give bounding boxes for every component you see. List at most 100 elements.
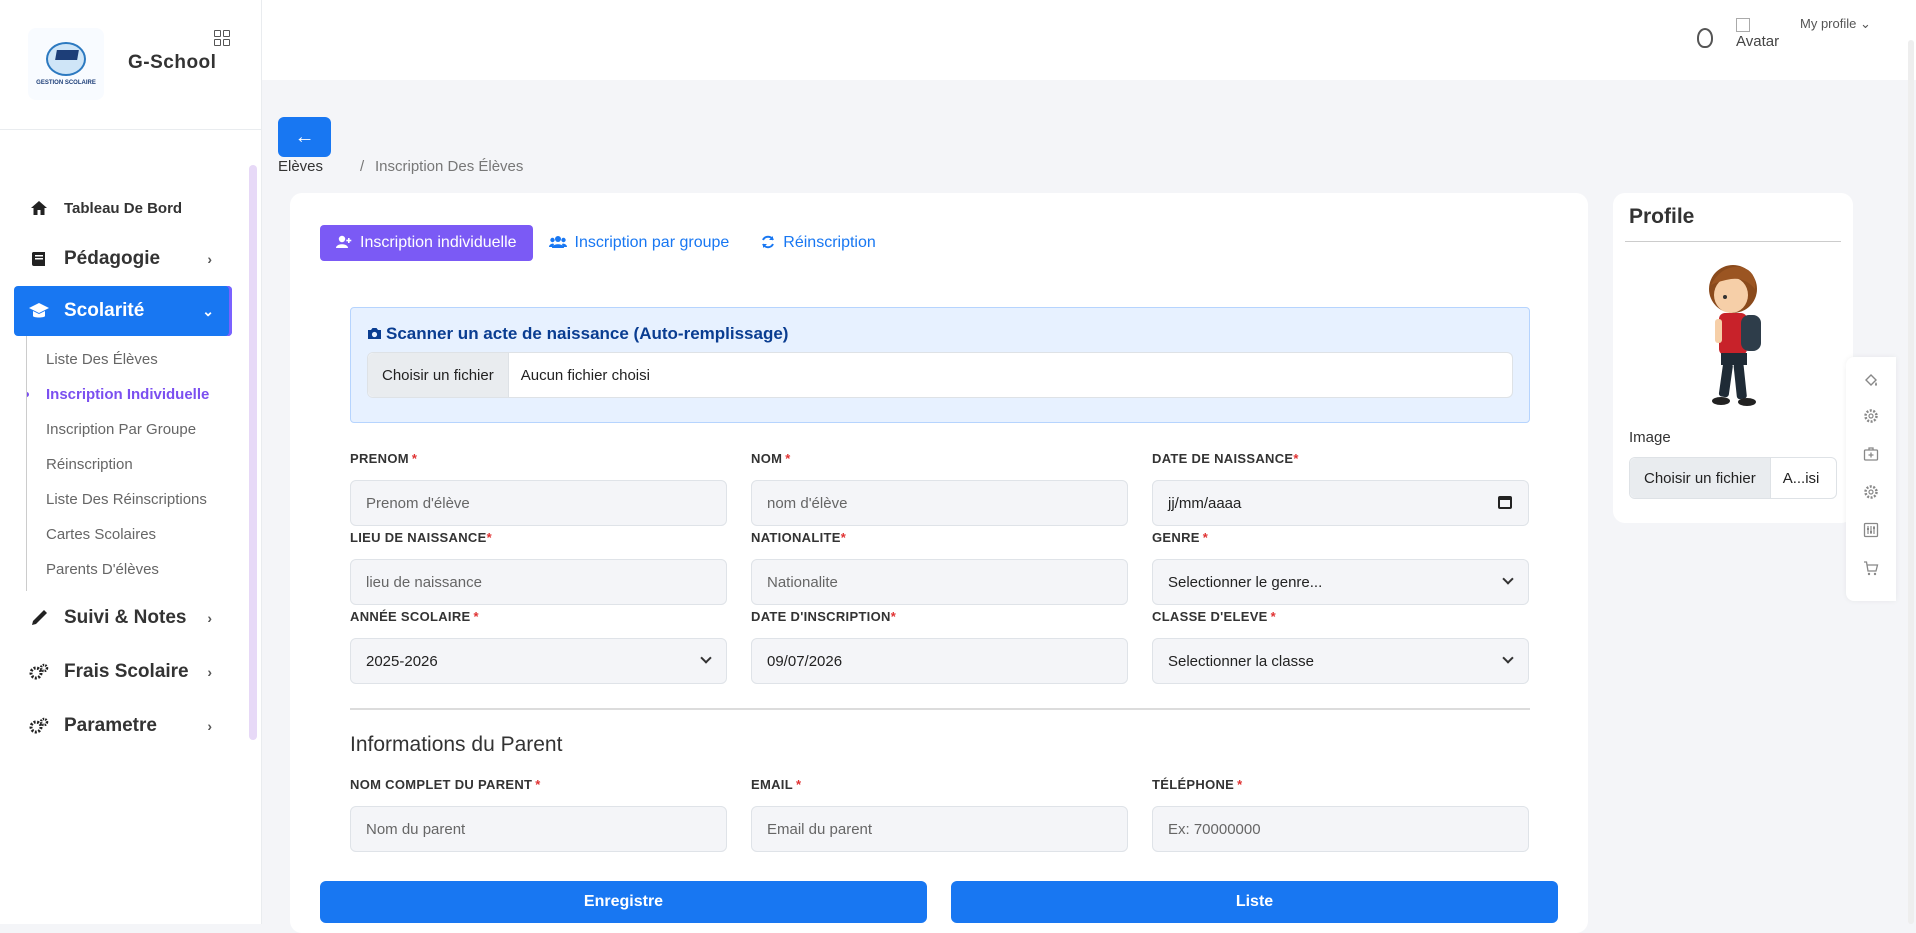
tab-inscription-individuelle[interactable]: Inscription individuelle xyxy=(320,225,533,261)
classe-select[interactable]: Selectionner la classe xyxy=(1152,638,1529,684)
refresh-icon xyxy=(761,235,775,252)
submenu-item-inscription-groupe[interactable]: Inscription Par Groupe xyxy=(27,412,227,447)
gear-icon[interactable] xyxy=(1863,408,1879,424)
prenom-input[interactable]: Prenom d'élève xyxy=(350,480,727,526)
submenu-item-parents[interactable]: Parents D'élèves xyxy=(27,552,227,587)
save-button[interactable]: Enregistre xyxy=(320,881,927,923)
users-icon xyxy=(548,235,567,252)
parent-telephone-input[interactable]: Ex: 70000000 xyxy=(1152,806,1529,852)
chevron-down-icon xyxy=(700,652,712,664)
sidebar-scrollbar[interactable] xyxy=(249,165,257,740)
my-profile-dropdown[interactable]: My profile ⌄ xyxy=(1800,16,1871,32)
scan-birth-certificate-panel: Scanner un acte de naissance (Auto-rempl… xyxy=(350,307,1530,423)
calendar-icon[interactable] xyxy=(1498,496,1512,509)
annee-scolaire-select[interactable]: 2025-2026 xyxy=(350,638,727,684)
profile-title: Profile xyxy=(1629,205,1695,228)
tab-label: Réinscription xyxy=(783,234,876,251)
tab-inscription-groupe[interactable]: Inscription par groupe xyxy=(533,225,746,261)
apps-grid-icon[interactable] xyxy=(214,30,230,46)
nationalite-label: NATIONALITE* xyxy=(751,530,847,545)
chevron-down-icon xyxy=(1502,652,1514,664)
sidebar-item-label: Parametre xyxy=(64,715,157,736)
chevron-down-icon xyxy=(1502,573,1514,585)
school-icon xyxy=(28,302,50,320)
cart-icon[interactable] xyxy=(1863,560,1879,576)
date-naissance-input[interactable]: jj/mm/aaaa xyxy=(1152,480,1529,526)
choose-file-button[interactable]: Choisir un fichier xyxy=(1630,458,1771,498)
submenu-item-liste-reinscriptions[interactable]: Liste Des Réinscriptions xyxy=(27,482,227,517)
gear-icon[interactable] xyxy=(1863,484,1879,500)
chevron-right-icon: › xyxy=(207,718,212,734)
avatar[interactable]: Avatar xyxy=(1736,18,1779,50)
breadcrumb-parent[interactable]: Elèves xyxy=(278,158,323,175)
sidebar-item-label: Pédagogie xyxy=(64,248,161,269)
parent-nom-input[interactable]: Nom du parent xyxy=(350,806,727,852)
annee-scolaire-label: ANNÉE SCOLAIRE * xyxy=(350,609,479,624)
back-button[interactable]: ← xyxy=(278,117,331,157)
sidebar-item-suivi-notes[interactable]: Suivi & Notes › xyxy=(0,591,262,645)
school-logo: GESTION SCOLAIRE xyxy=(28,28,104,100)
student-avatar-illustration xyxy=(1709,265,1761,406)
brand-header: GESTION SCOLAIRE G-School xyxy=(0,0,261,130)
nom-label: NOM * xyxy=(751,451,791,466)
sidebar-item-label: Scolarité xyxy=(64,300,145,321)
parent-nom-label: NOM COMPLET DU PARENT * xyxy=(350,777,541,792)
file-name: A...isi xyxy=(1782,469,1820,487)
right-tool-panel xyxy=(1846,357,1896,601)
page-scrollbar[interactable] xyxy=(1908,40,1914,924)
paint-bucket-icon[interactable] xyxy=(1863,373,1879,389)
chevron-right-icon: › xyxy=(207,251,212,267)
topbar xyxy=(262,0,1916,80)
date-inscription-label: DATE D'INSCRIPTION* xyxy=(751,609,897,624)
sidebar-item-pedagogie[interactable]: Pédagogie › xyxy=(0,232,262,286)
lightbulb-icon[interactable] xyxy=(1697,28,1713,48)
sidebar-item-label: Suivi & Notes xyxy=(64,607,187,628)
parent-email-label: EMAIL * xyxy=(751,777,802,792)
list-button[interactable]: Liste xyxy=(951,881,1558,923)
date-inscription-input[interactable]: 09/07/2026 xyxy=(751,638,1128,684)
sidebar-item-parametre[interactable]: Parametre › xyxy=(0,699,262,753)
chevron-down-icon: ⌄ xyxy=(202,302,214,319)
date-naissance-label: DATE DE NAISSANCE* xyxy=(1152,451,1299,466)
chevron-right-icon: › xyxy=(207,610,212,626)
tab-label: Inscription par groupe xyxy=(574,234,730,251)
brand-name: G-School xyxy=(128,52,217,73)
profile-image-file-input[interactable]: Choisir un fichier A...isi xyxy=(1629,457,1837,499)
lieu-naissance-input[interactable]: lieu de naissance xyxy=(350,559,727,605)
graduation-cap-icon xyxy=(46,42,86,76)
logo-text: GESTION SCOLAIRE xyxy=(36,80,96,86)
sliders-icon[interactable] xyxy=(1863,522,1879,538)
sidebar-item-frais-scolaire[interactable]: Frais Scolaire › xyxy=(0,645,262,699)
book-icon xyxy=(28,250,50,268)
pen-icon xyxy=(28,609,50,627)
breadcrumb-separator: / xyxy=(360,158,365,175)
submenu-item-reinscription[interactable]: Réinscription xyxy=(27,447,227,482)
profile-card: Profile Image Choisir un fichier A...isi xyxy=(1613,193,1853,523)
medical-kit-icon[interactable] xyxy=(1863,446,1879,462)
parent-telephone-label: TÉLÉPHONE * xyxy=(1152,777,1243,792)
classe-label: CLASSE D'ELEVE * xyxy=(1152,609,1277,624)
profile-divider xyxy=(1625,241,1841,242)
nom-input[interactable]: nom d'élève xyxy=(751,480,1128,526)
scan-title: Scanner un acte de naissance (Auto-rempl… xyxy=(367,324,788,345)
breadcrumb-current: Inscription Des Élèves xyxy=(375,158,524,175)
tab-reinscription[interactable]: Réinscription xyxy=(745,225,891,261)
scan-file-input[interactable]: Choisir un fichier Aucun fichier choisi xyxy=(367,352,1513,398)
genre-label: GENRE * xyxy=(1152,530,1209,545)
sidebar-item-label: Frais Scolaire xyxy=(64,661,189,682)
choose-file-button[interactable]: Choisir un fichier xyxy=(368,353,509,397)
gears-icon xyxy=(28,663,50,681)
parent-email-input[interactable]: Email du parent xyxy=(751,806,1128,852)
sidebar-item-dashboard[interactable]: Tableau De Bord xyxy=(0,190,262,226)
registration-tabs: Inscription individuelle Inscription par… xyxy=(320,225,892,261)
image-label: Image xyxy=(1629,429,1671,446)
submenu-item-cartes-scolaires[interactable]: Cartes Scolaires xyxy=(27,517,227,552)
genre-select[interactable]: Selectionner le genre... xyxy=(1152,559,1529,605)
nationalite-input[interactable]: Nationalite xyxy=(751,559,1128,605)
submenu-item-inscription-individuelle[interactable]: Inscription Individuelle xyxy=(27,377,227,412)
chevron-right-icon: › xyxy=(207,664,212,680)
gears-icon xyxy=(28,717,50,735)
sidebar-item-scolarite[interactable]: Scolarité ⌄ xyxy=(14,286,232,336)
submenu-item-liste-eleves[interactable]: Liste Des Élèves xyxy=(27,342,227,377)
tab-label: Inscription individuelle xyxy=(360,234,517,251)
